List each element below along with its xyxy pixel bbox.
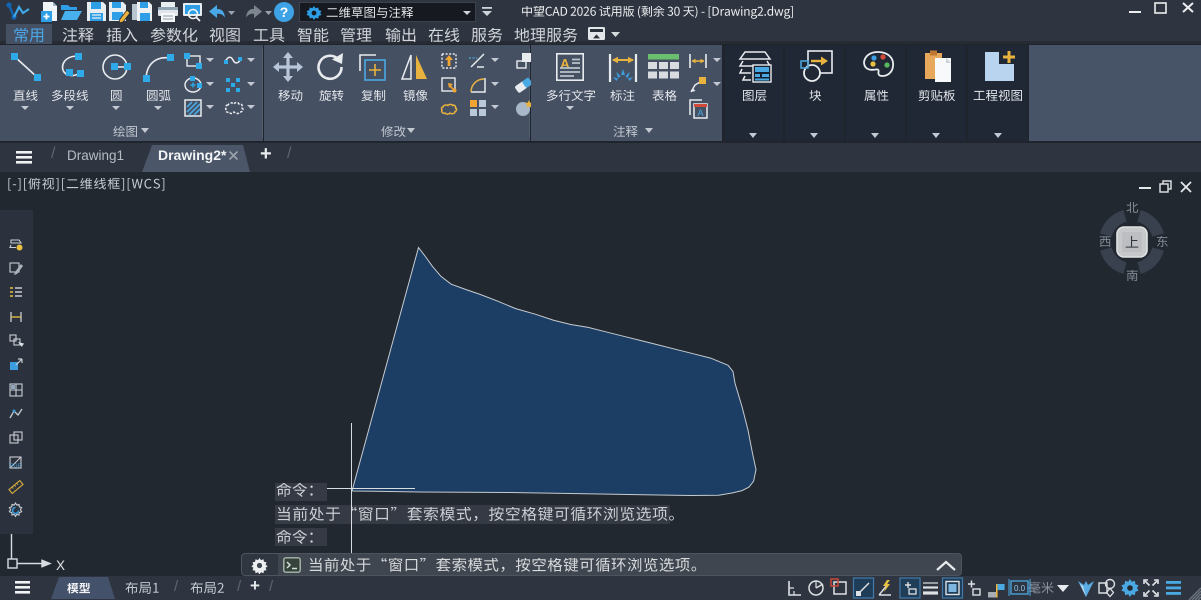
svg-text:?: ? [280,4,289,20]
svg-text:A: A [697,108,703,118]
